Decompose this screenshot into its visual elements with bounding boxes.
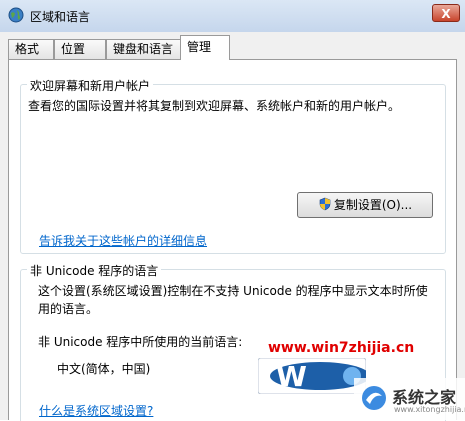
welcome-group-title: 欢迎屏幕和新用户帐户 (27, 77, 154, 94)
tab-keyboard-language[interactable]: 键盘和语言 (106, 39, 182, 59)
watermark-brand: 系统之家 www.xitongzhijia.net (354, 378, 465, 420)
watermark-url: www.win7zhijia.cn (268, 340, 415, 356)
watermark-logo: W (258, 358, 366, 394)
non-unicode-description: 这个设置(系统区域设置)控制在不支持 Unicode 的程序中显示文本时所使用的… (38, 284, 428, 316)
watermark-brand-url: www.xitongzhijia.net (394, 405, 465, 414)
non-unicode-group-title: 非 Unicode 程序的语言 (27, 262, 162, 279)
close-button[interactable]: X (432, 4, 460, 22)
system-locale-link[interactable]: 什么是系统区域设置? (39, 402, 153, 419)
window-title: 区域和语言 (30, 10, 91, 24)
close-icon: X (441, 7, 451, 21)
tab-administrative[interactable]: 管理 (180, 35, 230, 60)
welcome-screen-group: 欢迎屏幕和新用户帐户 查看您的国际设置并将其复制到欢迎屏幕、系统帐户和新的用户帐… (20, 77, 446, 254)
dialog-body: 格式 位置 键盘和语言 管理 欢迎屏幕和新用户帐户 查看您的国际设置并将其复制到… (0, 32, 465, 421)
title-bar: 区域和语言 X (0, 0, 465, 33)
accounts-details-link[interactable]: 告诉我关于这些帐户的详细信息 (39, 232, 207, 249)
uac-shield-icon (319, 197, 331, 211)
tab-location[interactable]: 位置 (54, 39, 106, 59)
tab-format[interactable]: 格式 (8, 39, 54, 59)
welcome-description: 查看您的国际设置并将其复制到欢迎屏幕、系统帐户和新的用户帐户。 (28, 99, 401, 113)
svg-text:W: W (276, 360, 307, 393)
brand-swirl-icon (362, 386, 386, 410)
tab-panel-administrative: 欢迎屏幕和新用户帐户 查看您的国际设置并将其复制到欢迎屏幕、系统帐户和新的用户帐… (8, 59, 457, 421)
globe-icon (8, 7, 24, 23)
copy-settings-button[interactable]: 复制设置(O)... (297, 192, 433, 218)
